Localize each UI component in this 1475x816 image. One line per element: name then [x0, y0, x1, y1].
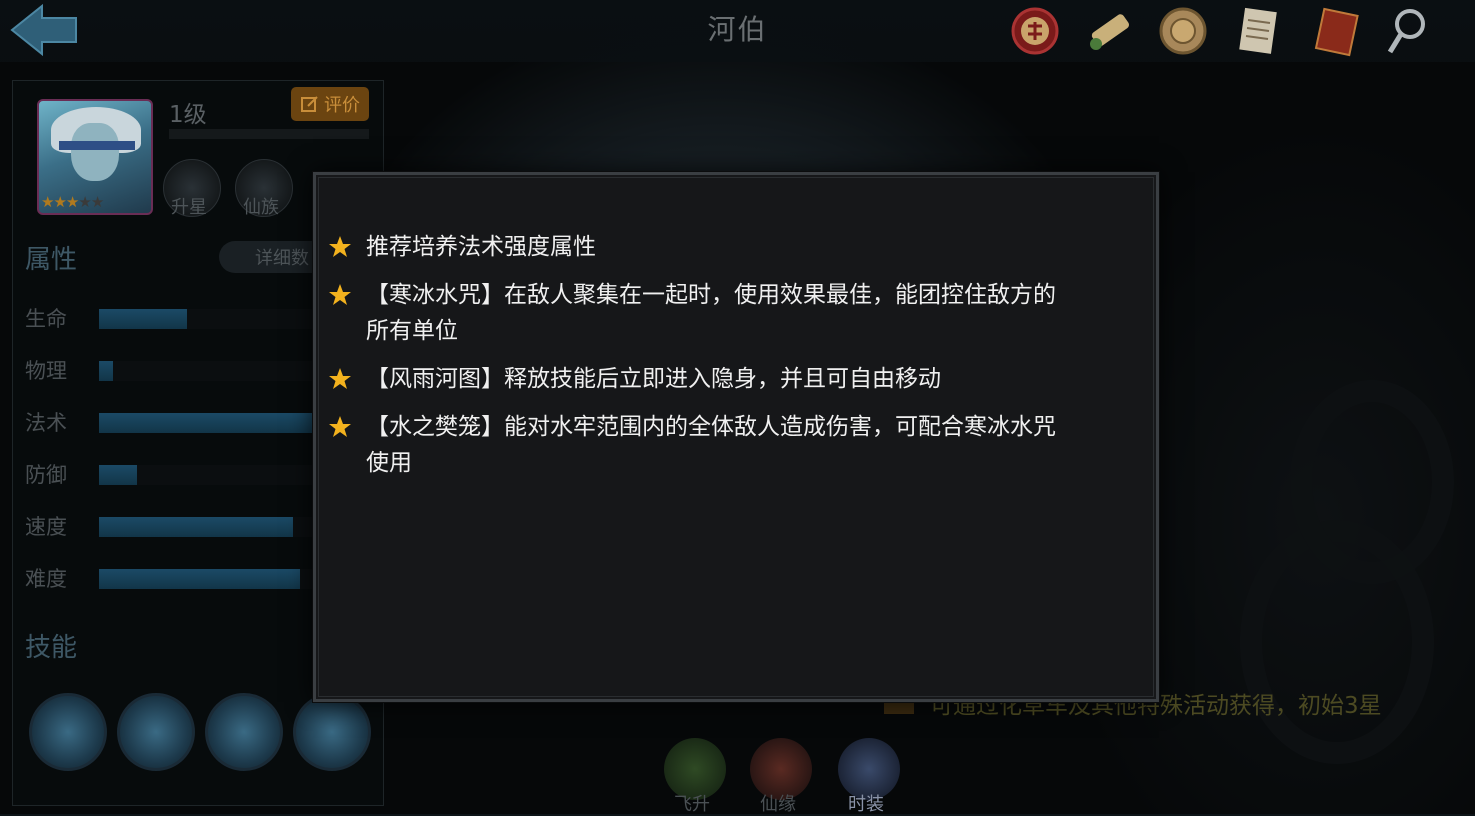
stat-bar-fill: [99, 569, 301, 589]
rate-button[interactable]: 评价: [291, 87, 369, 121]
star-icon: ★: [53, 193, 66, 211]
star-icon: ★: [41, 193, 54, 211]
star-bullet-icon: [329, 368, 351, 389]
skill-icon[interactable]: [293, 693, 371, 771]
star-bullet-icon: [329, 284, 351, 305]
level-progress-track: [169, 129, 369, 139]
tip-item: 【寒冰水咒】在敌人聚集在一起时，使用效果最佳，能团控住敌方的所有单位: [329, 277, 1066, 349]
stat-label: 速度: [25, 515, 67, 539]
magnifier-icon[interactable]: [1386, 4, 1440, 58]
stat-row: 法术: [25, 407, 325, 435]
star-icon: ★: [65, 193, 79, 211]
tab-ascend-label: 飞升: [674, 794, 710, 815]
stat-row: 难度: [25, 563, 325, 591]
badge-label-race: 仙族: [243, 197, 279, 218]
hero-star-rating: ★★★★★: [41, 193, 104, 211]
stat-label: 法术: [25, 411, 67, 435]
scroll-icon[interactable]: [1084, 4, 1138, 58]
stat-row: 防御: [25, 459, 325, 487]
stat-bar-fill: [99, 465, 138, 485]
badge-label-star-up: 升星: [171, 197, 207, 218]
stat-bar-track: [99, 361, 325, 381]
tab-fate-label: 仙缘: [760, 794, 796, 815]
stat-bar-track: [99, 517, 325, 537]
tip-text: 【寒冰水咒】在敌人聚集在一起时，使用效果最佳，能团控住敌方的所有单位: [366, 282, 1056, 344]
book-icon[interactable]: [1310, 4, 1364, 58]
hero-level: 1级: [169, 102, 207, 128]
tips-dialog: 推荐培养法术强度属性 【寒冰水咒】在敌人聚集在一起时，使用效果最佳，能团控住敌方…: [313, 172, 1159, 702]
tip-item: 推荐培养法术强度属性: [329, 229, 1066, 265]
stat-bar-track: [99, 413, 325, 433]
stat-label: 物理: [25, 359, 67, 383]
stat-row: 速度: [25, 511, 325, 539]
stat-bar-track: [99, 569, 325, 589]
portrait-headband: [59, 141, 135, 150]
stat-bar-fill: [99, 361, 113, 381]
stat-row: 生命: [25, 303, 325, 331]
hero-portrait[interactable]: ★★★★★: [37, 99, 153, 215]
tip-item: 【风雨河图】释放技能后立即进入隐身，并且可自由移动: [329, 361, 1066, 397]
portrait-face: [71, 123, 119, 181]
stat-label: 难度: [25, 567, 67, 591]
stat-bar-fill: [99, 517, 294, 537]
stat-bar-track: [99, 309, 325, 329]
stat-label: 防御: [25, 463, 67, 487]
seal-icon[interactable]: [1008, 4, 1062, 58]
stat-bar-track: [99, 465, 325, 485]
skills-title: 技能: [25, 633, 78, 663]
tab-costume-label: 时装: [848, 794, 884, 815]
paper-note-icon[interactable]: [1232, 4, 1286, 58]
stat-label: 生命: [25, 307, 67, 331]
tip-text: 【水之樊笼】能对水牢范围内的全体敌人造成伤害，可配合寒冰水咒使用: [366, 414, 1056, 476]
attributes-title: 属性: [25, 245, 78, 275]
star-bullet-icon: [329, 236, 351, 257]
star-bullet-icon: [329, 416, 351, 437]
tip-item: 【水之樊笼】能对水牢范围内的全体敌人造成伤害，可配合寒冰水咒使用: [329, 409, 1066, 481]
top-bar: 河伯: [0, 0, 1475, 62]
stat-bar-fill: [99, 413, 325, 433]
stat-row: 物理: [25, 355, 325, 383]
stat-bar-fill: [99, 309, 188, 329]
skill-icon[interactable]: [29, 693, 107, 771]
skill-icon[interactable]: [205, 693, 283, 771]
tip-text: 【风雨河图】释放技能后立即进入隐身，并且可自由移动: [366, 366, 941, 392]
coin-medal-icon[interactable]: [1156, 4, 1210, 58]
edit-icon: [301, 96, 318, 112]
rate-button-label: 评价: [324, 95, 360, 116]
star-icon: ★: [90, 193, 104, 211]
skill-icon[interactable]: [117, 693, 195, 771]
star-icon: ★: [78, 193, 91, 211]
tip-text: 推荐培养法术强度属性: [366, 234, 596, 260]
